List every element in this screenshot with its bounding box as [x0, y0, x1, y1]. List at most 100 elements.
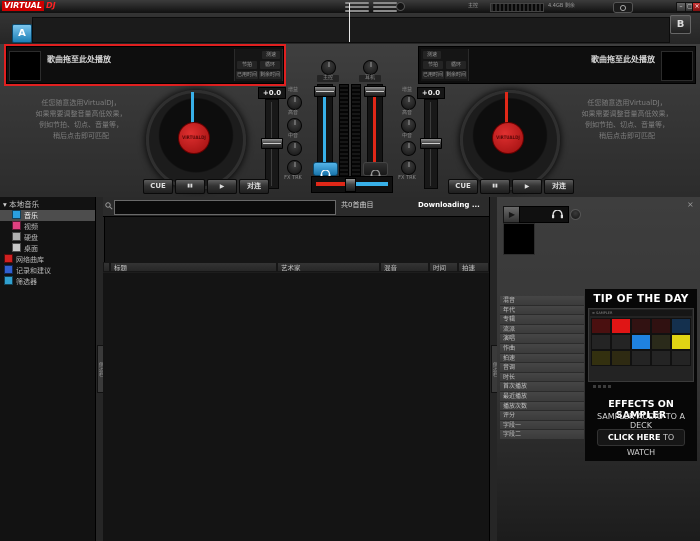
field-bpm[interactable]: 拍速: [500, 354, 584, 364]
deck-a-album-art: [9, 51, 41, 81]
deck-b-sync-button[interactable]: 对连: [544, 179, 574, 194]
search-input[interactable]: [114, 200, 336, 215]
column-bpm[interactable]: 拍速: [458, 262, 489, 272]
field-rating[interactable]: 评分: [500, 411, 584, 421]
record-button[interactable]: [613, 2, 633, 13]
deck-b-fader-handle[interactable]: [364, 86, 386, 97]
deck-b-mid-knob[interactable]: [401, 141, 416, 156]
crossfader-handle[interactable]: [345, 178, 356, 192]
deck-b-pfl-button[interactable]: [363, 162, 388, 176]
deck-b-cue-button[interactable]: CUE: [448, 179, 478, 194]
sampler-pad: [591, 334, 611, 350]
deck-a-low-knob[interactable]: [287, 160, 302, 175]
field-last-play[interactable]: 最近播放: [500, 392, 584, 402]
sampler-pad: [671, 350, 691, 366]
preview-volume-knob[interactable]: [570, 209, 581, 220]
sampler-pad: [611, 318, 631, 334]
field-first-play[interactable]: 首次播放: [500, 382, 584, 392]
field-composer[interactable]: 作曲: [500, 344, 584, 354]
beat-marker-line: [349, 3, 350, 42]
deck-b-gain-knob[interactable]: [401, 95, 416, 110]
history-icon: [4, 265, 13, 274]
virtualdj-window: VIRTUAL DJ 主控 4.4GB 剩余 – ▢ × A B 歌曲拖至此处播…: [0, 0, 700, 541]
promo-line: 如果需要调整音量高低效果，: [556, 109, 698, 120]
deck-b-beat-label: 节拍: [423, 61, 443, 69]
deck-b-bpm-label: 测速: [423, 51, 441, 59]
field-year[interactable]: 年代: [500, 306, 584, 316]
deck-a-sync-button[interactable]: 对连: [239, 179, 269, 194]
field-album[interactable]: 专辑: [500, 315, 584, 325]
sampler-pad: [631, 334, 651, 350]
tracklist-body[interactable]: [103, 273, 489, 541]
deck-b-low-knob[interactable]: [401, 160, 416, 175]
deck-b-high-knob[interactable]: [401, 118, 416, 133]
deck-a-remain-label: 剩余时间: [259, 71, 281, 79]
deck-a-pause-button[interactable]: ▮▮: [175, 179, 205, 194]
deck-a-badge[interactable]: A: [12, 24, 32, 43]
field-play-count[interactable]: 播放次数: [500, 402, 584, 412]
close-button[interactable]: ×: [692, 2, 700, 12]
sidebar-item-label: 记录和建议: [16, 267, 51, 275]
field-custom1[interactable]: 字段一: [500, 421, 584, 431]
sidebar-item-video[interactable]: 视频: [12, 221, 38, 232]
deck-b-elapsed-label: 已用时间: [422, 71, 444, 79]
deck-b-promo-text: 任您随意选用VirtualDJ， 如果需要调整音量高低效果， 例如节拍、切点、音…: [556, 98, 698, 142]
sidebar-item-label: 硬盘: [24, 234, 38, 242]
deck-a-high-knob[interactable]: [287, 118, 302, 133]
field-remix[interactable]: 混音: [500, 296, 584, 306]
deck-b-eq-gain-label: 增益: [390, 87, 424, 94]
rhythm-window: [0, 13, 700, 45]
deck-a-pfl-button[interactable]: [313, 162, 338, 176]
deck-a-eq-high-label: 高音: [276, 110, 310, 117]
deck-a-cue-button[interactable]: CUE: [143, 179, 173, 194]
deck-a-play-button[interactable]: ▶: [207, 179, 237, 194]
deck-b-track-title: 歌曲拖至此处播放: [591, 54, 655, 65]
deck-a-title-box[interactable]: 歌曲拖至此处播放 测速 节拍 循环 已用时间 剩余时间: [6, 46, 284, 84]
tip-subheading: SAMPLER AUDIO TO A DECK: [585, 412, 697, 430]
master-volume-knob[interactable]: [321, 60, 336, 75]
tree-root[interactable]: ▾ 本地音乐: [3, 199, 39, 210]
sidebar-item-harddrive[interactable]: 硬盘: [12, 232, 38, 243]
deck-b-vu-meter: [351, 84, 361, 181]
sidebar-item-music[interactable]: 音乐: [0, 210, 95, 221]
sidebar-item-netsearch[interactable]: 网络曲库: [4, 254, 44, 265]
deck-a-loop-label: 循环: [260, 61, 280, 69]
sidebar-item-label: 音乐: [24, 212, 38, 220]
tip-watch-button[interactable]: CLICK HERE TO WATCH: [597, 429, 685, 446]
column-title[interactable]: 标题: [110, 262, 277, 272]
column-remix[interactable]: 混音: [380, 262, 429, 272]
sidebar-item-desktop[interactable]: 桌面: [12, 243, 38, 254]
tip-cta-strong: CLICK HERE: [608, 433, 661, 442]
column-time[interactable]: 时间: [429, 262, 458, 272]
sampler-footer-dots: [593, 373, 613, 392]
deck-b-badge[interactable]: B: [670, 15, 691, 34]
field-genre[interactable]: 流派: [500, 325, 584, 335]
deck-a-fader-handle[interactable]: [314, 86, 336, 97]
field-key[interactable]: 音调: [500, 363, 584, 373]
status-text: 4.4GB 剩余: [548, 3, 575, 10]
tree-root-label: 本地音乐: [9, 200, 39, 209]
sampler-pad: [631, 350, 651, 366]
field-length[interactable]: 时长: [500, 373, 584, 383]
field-custom2[interactable]: 字段二: [500, 430, 584, 440]
column-artist[interactable]: 艺术家: [277, 262, 380, 272]
field-singer[interactable]: 演唱: [500, 334, 584, 344]
sampler-pad: [591, 350, 611, 366]
deck-a-gain-knob[interactable]: [287, 95, 302, 110]
deck-a-mid-knob[interactable]: [287, 141, 302, 156]
preview-scrub-bar[interactable]: [519, 206, 569, 223]
headphone-volume-knob[interactable]: [363, 60, 378, 75]
headphone-knob-label: 耳机: [359, 75, 381, 82]
sampler-pad: [611, 350, 631, 366]
deck-b-play-button[interactable]: ▶: [512, 179, 542, 194]
column-handle[interactable]: [103, 262, 110, 272]
sidebar-item-history[interactable]: 记录和建议: [4, 265, 51, 276]
crossfader[interactable]: [311, 176, 393, 193]
sampler-pad: [651, 334, 671, 350]
deck-a-bpm-label: 测速: [262, 51, 280, 59]
deck-b-pause-button[interactable]: ▮▮: [480, 179, 510, 194]
sampler-pad: [651, 318, 671, 334]
panel-close-icon[interactable]: ×: [687, 201, 694, 209]
sidebar-item-filters[interactable]: 筛选器: [4, 276, 37, 287]
deck-b-title-box[interactable]: 测速 节拍 循环 已用时间 剩余时间 歌曲拖至此处播放: [418, 46, 696, 84]
